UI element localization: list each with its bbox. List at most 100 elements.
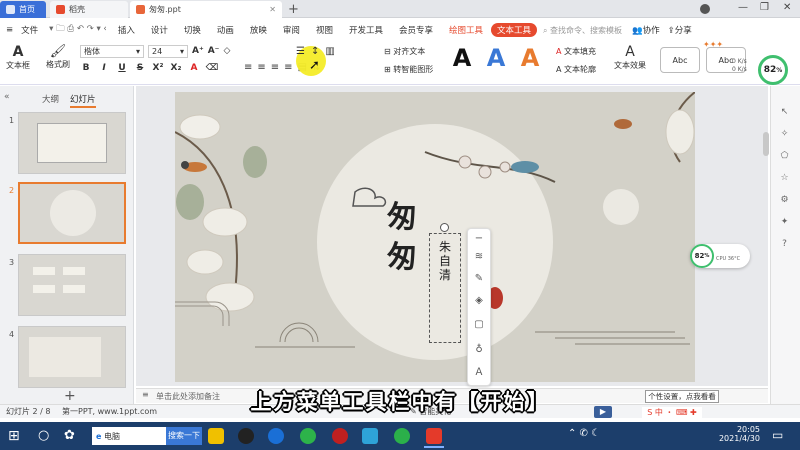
title-char-1[interactable]: 匆: [387, 192, 417, 236]
wordart-orange[interactable]: A: [518, 44, 542, 72]
text-fill-button[interactable]: A 文本填充: [556, 46, 596, 57]
tray-icons[interactable]: ⌃ ✆ ☾: [568, 428, 600, 439]
smartart-button[interactable]: ⊞ 转智能图形: [384, 64, 433, 75]
collab-button[interactable]: 👥协作: [622, 24, 660, 36]
subscript-icon[interactable]: X₂: [170, 62, 182, 74]
menu-drawing-tools[interactable]: 绘图工具: [441, 24, 491, 36]
bold-icon[interactable]: B: [80, 62, 92, 74]
slide-thumb-1[interactable]: [18, 112, 126, 174]
slide-thumb-2[interactable]: [18, 182, 126, 244]
menu-view[interactable]: 视图: [308, 24, 341, 36]
text-effect-button[interactable]: A 文本效果: [614, 44, 646, 71]
frame-icon[interactable]: ▢: [472, 318, 486, 332]
slide-main[interactable]: 匆 匆 朱自清: [175, 92, 695, 382]
align-text-button[interactable]: ⊟ 对齐文本: [384, 46, 425, 57]
italic-icon[interactable]: I: [98, 62, 110, 74]
wordart-black[interactable]: A: [450, 44, 474, 72]
menu-file[interactable]: 文件: [21, 24, 46, 36]
author-textbox[interactable]: 朱自清: [429, 233, 461, 343]
wordart-blue[interactable]: A: [484, 44, 508, 72]
text-format-icon[interactable]: Ａ: [472, 366, 486, 380]
menu-review[interactable]: 审阅: [275, 24, 308, 36]
recorder-icon[interactable]: [332, 428, 348, 444]
new-tab-button[interactable]: +: [288, 2, 299, 17]
sidebar-magic-icon[interactable]: ✧: [778, 128, 791, 141]
align-left-icon[interactable]: ≡: [244, 62, 252, 73]
eraser-icon[interactable]: ⌫: [206, 62, 219, 74]
textbox-button[interactable]: A 文本框: [6, 44, 30, 71]
taskbar-search-button[interactable]: 搜索一下: [166, 427, 202, 445]
windows-start-icon[interactable]: ⊞: [8, 428, 20, 444]
fill-icon[interactable]: ◈: [472, 294, 486, 308]
clock[interactable]: 20:05 2021/4/30: [700, 425, 760, 443]
font-shrink-icon[interactable]: A⁻: [208, 46, 220, 56]
menu-design[interactable]: 设计: [143, 24, 176, 36]
task-view-icon[interactable]: ✿: [64, 428, 75, 443]
align-justify-icon[interactable]: ≡: [284, 62, 292, 73]
wechat-icon[interactable]: [394, 428, 410, 444]
clear-format-icon[interactable]: ◇: [223, 46, 230, 56]
tab-outline[interactable]: 大纲: [42, 93, 59, 105]
sidebar-star-icon[interactable]: ☆: [778, 172, 791, 185]
menu-slideshow[interactable]: 放映: [242, 24, 275, 36]
ime-toolbar[interactable]: S 中 ・ ⌨ ✚: [642, 407, 702, 419]
pen-icon[interactable]: ✎: [472, 272, 486, 286]
slide-thumb-4[interactable]: [18, 326, 126, 388]
share-button[interactable]: ⇪分享: [660, 24, 692, 36]
strikethrough-icon[interactable]: S: [134, 62, 146, 74]
menu-animation[interactable]: 动画: [209, 24, 242, 36]
slide-thumb-3[interactable]: [18, 254, 126, 316]
shape-style-1[interactable]: Abc: [660, 47, 700, 73]
title-char-2[interactable]: 匆: [387, 232, 417, 276]
menu-insert[interactable]: 插入: [110, 24, 143, 36]
quick-access-icons[interactable]: ▾ 🗀 ⎙ ↶ ↷ ▾ ‹: [46, 23, 110, 37]
rotate-handle-icon[interactable]: [440, 223, 449, 232]
sidebar-cursor-icon[interactable]: ↖: [778, 106, 791, 119]
font-color-icon[interactable]: A: [188, 62, 200, 74]
qq-icon[interactable]: [238, 428, 254, 444]
avatar[interactable]: [700, 4, 710, 14]
menu-text-tools[interactable]: 文本工具: [491, 23, 538, 37]
tab-file[interactable]: 匆匆.ppt ✕: [130, 1, 282, 18]
wps-icon[interactable]: [426, 428, 442, 444]
close-button[interactable]: ✕: [783, 2, 791, 13]
tab-daoke[interactable]: 稻壳: [50, 1, 128, 18]
bulb-icon[interactable]: ♁: [472, 343, 486, 357]
align-right-icon[interactable]: ≡: [271, 62, 279, 73]
sidebar-shape-icon[interactable]: ⬠: [778, 150, 791, 163]
font-grow-icon[interactable]: A⁺: [192, 46, 204, 56]
maximize-button[interactable]: ❐: [760, 2, 769, 13]
browser-360-icon[interactable]: [300, 428, 316, 444]
menu-developer[interactable]: 开发工具: [341, 24, 391, 36]
sidebar-help-icon[interactable]: ?: [778, 238, 791, 251]
layers-icon[interactable]: ≋: [472, 250, 486, 264]
scrollbar-thumb[interactable]: [763, 132, 769, 156]
collapse-icon[interactable]: −: [472, 232, 486, 246]
taskbar-search-input[interactable]: e 电脑: [92, 427, 166, 445]
menu-member[interactable]: 会员专享: [391, 24, 441, 36]
underline-icon[interactable]: U: [116, 62, 128, 74]
superscript-icon[interactable]: X²: [152, 62, 164, 74]
author-text[interactable]: 朱自清: [439, 240, 453, 282]
tab-slides[interactable]: 幻灯片: [70, 93, 96, 108]
notification-icon[interactable]: ▭: [772, 428, 783, 442]
font-name-select[interactable]: 楷体 ▾: [80, 45, 144, 58]
hamburger-icon[interactable]: ≡: [0, 25, 21, 35]
align-center-icon[interactable]: ≡: [257, 62, 265, 73]
cortana-icon[interactable]: ○: [38, 428, 49, 443]
minimize-button[interactable]: —: [738, 2, 748, 13]
menu-transition[interactable]: 切换: [176, 24, 209, 36]
bullet-list-icon[interactable]: ☰: [296, 46, 305, 57]
app-icon[interactable]: [362, 428, 378, 444]
format-painter-button[interactable]: 🖌 格式刷: [46, 44, 70, 70]
sidebar-settings-icon[interactable]: ⚙: [778, 194, 791, 207]
text-columns-icon[interactable]: ▥: [325, 46, 334, 57]
file-explorer-icon[interactable]: [208, 428, 224, 444]
collapse-panel-icon[interactable]: «: [4, 92, 10, 102]
tab-close-icon[interactable]: ✕: [269, 5, 276, 14]
ie-icon[interactable]: [268, 428, 284, 444]
text-outline-button[interactable]: A 文本轮廓: [556, 64, 596, 75]
tab-home[interactable]: 首页: [0, 1, 46, 18]
sidebar-animation-icon[interactable]: ✦: [778, 216, 791, 229]
line-spacing-icon[interactable]: ↕: [311, 46, 319, 57]
